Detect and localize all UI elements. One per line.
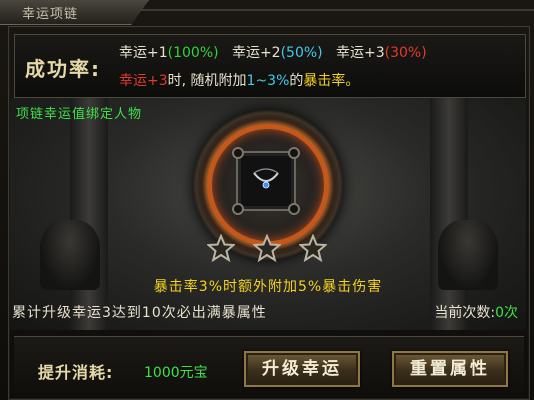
slot-corner-knot [288,147,300,159]
slot-corner-knot [288,203,300,215]
luck2-label: 幸运+2 [231,45,281,61]
star-rating [207,234,327,262]
slot-corner-knot [232,147,244,159]
star-icon [253,234,281,262]
upgrade-luck-button[interactable]: 升级幸运 [244,351,360,387]
bonus-of: 的 [289,73,304,89]
count-value: 0次 [495,305,518,321]
luck-necklace-window: 幸运项链 成功率: 幸运+1(100%) 幸运+2(50%) 幸运+3(30%)… [0,0,534,400]
success-rate-row: 幸运+1(100%) 幸运+2(50%) 幸运+3(30%) [119,42,427,62]
bonus-range: 1~3% [246,73,290,89]
guarantee-text: 累计升级幸运3达到10次必出满暴属性 [12,305,267,321]
necklace-icon [253,168,279,189]
bonus-row: 幸运+3时, 随机附加1~3%的暴击率。 [119,70,359,90]
success-rate-label: 成功率: [25,57,101,81]
star-icon [299,234,327,262]
star-icon [207,234,235,262]
cost-value: 1000元宝 [144,365,208,381]
bind-note: 项链幸运值绑定人物 [16,107,143,122]
upgrade-count: 当前次数:0次 [434,302,518,322]
success-rate-panel: 成功率: 幸运+1(100%) 幸运+2(50%) 幸运+3(30%) 幸运+3… [14,34,526,98]
window-title: 幸运项链 [22,7,79,22]
bonus-mid: 时, 随机附加 [167,73,247,89]
count-label: 当前次数: [434,305,496,321]
reset-attributes-button[interactable]: 重置属性 [392,351,508,387]
luck3-label: 幸运+3 [336,45,385,61]
luck1-rate: (100%) [167,45,219,61]
item-slot[interactable] [232,147,300,215]
upgrade-scene: 项链幸运值绑定人物 暴击率3%时额外附加5%暴击伤害 累计升级幸运3达到10次必… [10,98,526,330]
luck2-rate: (50%) [280,45,323,61]
slot-corner-knot [232,203,244,215]
cost-label: 提升消耗: [38,363,114,382]
crit-bonus-text: 暴击率3%时额外附加5%暴击伤害 [153,279,383,295]
bonus-stat: 暴击率。 [303,73,360,89]
title-divider [140,9,534,11]
bonus-luck: 幸运+3 [119,73,168,89]
cost-panel: 提升消耗: 1000元宝 升级幸运 重置属性 [14,336,524,397]
luck1-label: 幸运+1 [119,45,168,61]
luck3-rate: (30%) [384,45,427,61]
